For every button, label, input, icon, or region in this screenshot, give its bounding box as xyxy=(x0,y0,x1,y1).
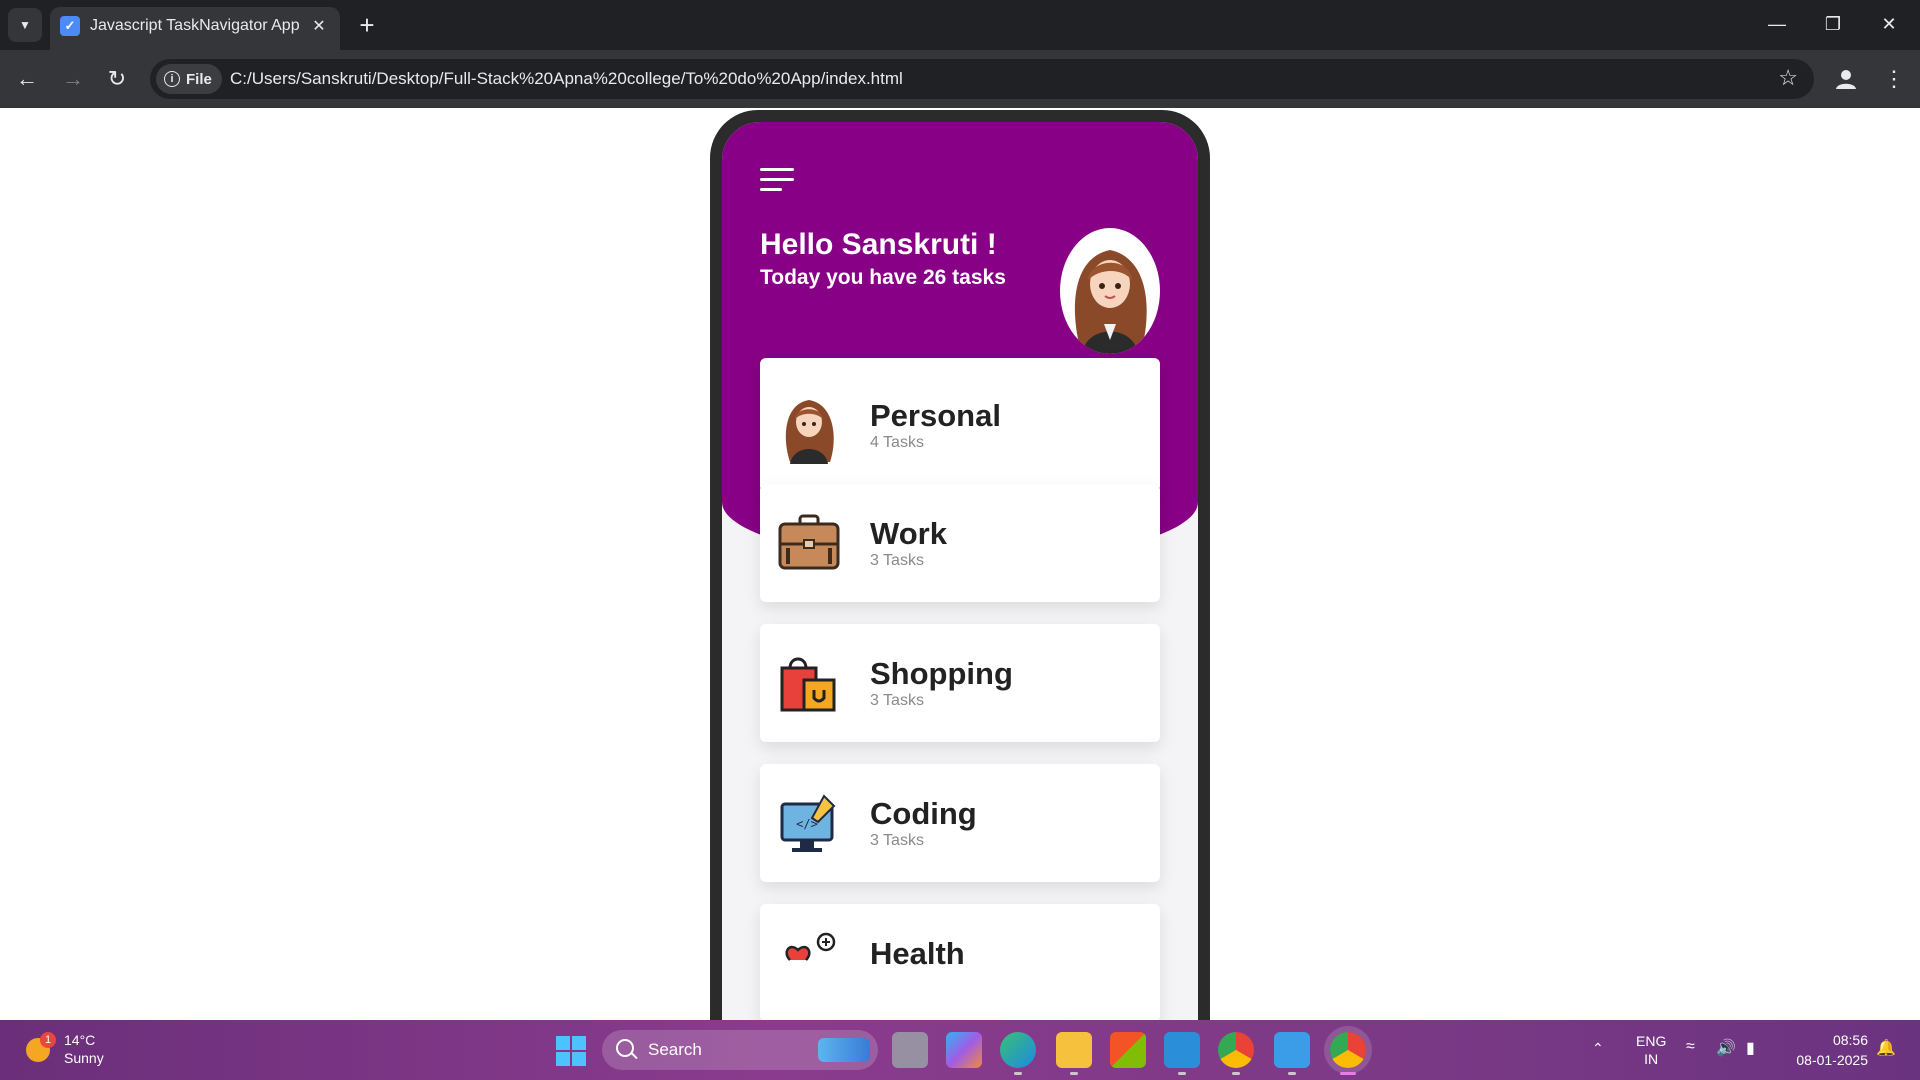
tab-title: Javascript TaskNavigator App xyxy=(90,17,300,34)
chrome-running-indicator xyxy=(1232,1072,1240,1075)
site-info-chip[interactable]: i File xyxy=(156,64,222,94)
vscode-icon[interactable] xyxy=(1164,1032,1200,1068)
search-label: Search xyxy=(648,1040,702,1059)
start-windows-icon[interactable] xyxy=(556,1036,586,1066)
shopping-bags-icon xyxy=(778,654,840,716)
battery-icon[interactable]: ▮ xyxy=(1746,1038,1755,1058)
phone-screen: Hello Sanskruti ! Today you have 26 task… xyxy=(722,122,1198,1020)
card-title-personal: Personal xyxy=(870,398,1001,433)
photos-icon[interactable] xyxy=(1274,1032,1310,1068)
search-highlight-image xyxy=(818,1038,870,1062)
category-card-shopping[interactable]: Shopping 3 Tasks xyxy=(760,624,1160,742)
card-title-work: Work xyxy=(870,516,947,551)
address-bar[interactable]: i File C:/Users/Sanskruti/Desktop/Full-S… xyxy=(150,59,1814,99)
site-chip-label: File xyxy=(186,70,212,88)
windows-taskbar: 1 14°C Sunny Search ⌃ ENG IN ≈ 🔊 ▮ 08:56… xyxy=(0,1020,1920,1080)
girl-avatar-icon xyxy=(778,394,840,464)
card-count-work: 3 Tasks xyxy=(870,552,924,569)
user-avatar[interactable] xyxy=(1060,228,1160,354)
close-window-button[interactable]: ✕ xyxy=(1866,6,1912,42)
weather-badge: 1 xyxy=(40,1032,56,1048)
notification-bell-icon[interactable]: 🔔 xyxy=(1876,1038,1896,1058)
phone-frame: Hello Sanskruti ! Today you have 26 task… xyxy=(710,110,1210,1020)
chrome-active-indicator xyxy=(1340,1072,1356,1075)
system-clock[interactable]: 08:56 08-01-2025 xyxy=(1780,1030,1868,1070)
card-title-coding: Coding xyxy=(870,796,977,831)
profile-icon[interactable] xyxy=(1830,63,1862,95)
forward-button[interactable]: → xyxy=(56,62,90,96)
page-viewport: Hello Sanskruti ! Today you have 26 task… xyxy=(0,108,1920,1020)
category-card-health[interactable]: Health xyxy=(760,904,1160,1020)
task-view-icon[interactable] xyxy=(892,1032,928,1068)
reload-button[interactable]: ↻ xyxy=(100,62,134,96)
photos-running-indicator xyxy=(1288,1072,1296,1075)
microsoft-store-icon[interactable] xyxy=(1110,1032,1146,1068)
minimize-button[interactable]: — xyxy=(1754,6,1800,42)
back-button[interactable]: ← xyxy=(10,62,44,96)
active-tab[interactable]: ✓ Javascript TaskNavigator App ✕ xyxy=(50,7,340,50)
copilot-icon[interactable] xyxy=(946,1032,982,1068)
wifi-icon[interactable]: ≈ xyxy=(1686,1038,1695,1056)
chrome-active-icon[interactable] xyxy=(1330,1032,1366,1068)
tab-close-icon[interactable]: ✕ xyxy=(308,15,330,37)
edge-icon[interactable] xyxy=(1000,1032,1036,1068)
greeting-title: Hello Sanskruti ! xyxy=(760,228,997,261)
search-icon xyxy=(616,1039,634,1057)
task-summary: Today you have 26 tasks xyxy=(760,266,1006,289)
card-count-shopping: 3 Tasks xyxy=(870,692,924,709)
taskbar-search[interactable]: Search xyxy=(602,1030,878,1070)
card-title-shopping: Shopping xyxy=(870,656,1013,691)
monitor-code-icon: </> xyxy=(778,794,840,856)
checkbox-favicon-icon: ✓ xyxy=(60,16,80,36)
browser-toolbar: ← → ↻ i File C:/Users/Sanskruti/Desktop/… xyxy=(0,50,1920,108)
health-icon xyxy=(778,930,840,992)
volume-icon[interactable]: 🔊 xyxy=(1716,1038,1736,1058)
language-indicator[interactable]: ENG IN xyxy=(1636,1032,1666,1068)
restore-button[interactable]: ❐ xyxy=(1810,6,1856,42)
explorer-running-indicator xyxy=(1070,1072,1078,1075)
card-title-health: Health xyxy=(870,936,965,971)
category-card-personal[interactable]: Personal 4 Tasks xyxy=(760,358,1160,492)
clock-time: 08:56 xyxy=(1832,1032,1868,1048)
category-card-work[interactable]: Work 3 Tasks xyxy=(760,484,1160,602)
edge-running-indicator xyxy=(1014,1072,1022,1075)
file-explorer-icon[interactable] xyxy=(1056,1032,1092,1068)
tab-search-button[interactable]: ▼ xyxy=(8,8,42,42)
language-code: ENG xyxy=(1636,1033,1667,1049)
card-count-coding: 3 Tasks xyxy=(870,832,924,849)
weather-widget[interactable]: 1 14°C Sunny xyxy=(24,1030,134,1070)
browser-menu-icon[interactable]: ⋮ xyxy=(1878,63,1910,95)
new-tab-button[interactable]: + xyxy=(352,10,382,40)
info-icon: i xyxy=(164,71,180,87)
category-card-coding[interactable]: </> Coding 3 Tasks xyxy=(760,764,1160,882)
weather-temperature: 14°C xyxy=(64,1032,96,1048)
chrome-icon[interactable] xyxy=(1218,1032,1254,1068)
url-text[interactable]: C:/Users/Sanskruti/Desktop/Full-Stack%20… xyxy=(230,69,903,89)
briefcase-icon xyxy=(778,514,840,576)
clock-date: 08-01-2025 xyxy=(1796,1052,1868,1068)
chevron-up-icon[interactable]: ⌃ xyxy=(1592,1040,1604,1057)
hamburger-menu-icon[interactable] xyxy=(760,168,794,194)
weather-condition: Sunny xyxy=(64,1050,104,1066)
region-code: IN xyxy=(1644,1051,1659,1067)
browser-tab-bar: ▼ ✓ Javascript TaskNavigator App ✕ + — ❐… xyxy=(0,0,1920,50)
vscode-running-indicator xyxy=(1178,1072,1186,1075)
card-count-personal: 4 Tasks xyxy=(870,434,924,451)
bookmark-star-icon[interactable]: ☆ xyxy=(1778,65,1798,91)
